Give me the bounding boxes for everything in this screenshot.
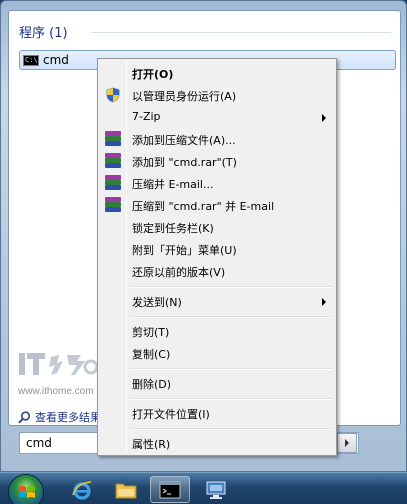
menu-item-cut[interactable]: 剪切(T): [100, 320, 334, 342]
see-more-results-label: 查看更多结果: [35, 411, 101, 424]
menu-item-7zip[interactable]: 7-Zip: [100, 106, 334, 128]
menu-item-label: 属性(R): [132, 438, 171, 451]
menu-item-label: 打开文件位置(I): [132, 408, 210, 421]
folder-icon: [115, 483, 137, 498]
result-label: cmd: [43, 53, 69, 67]
taskbar-explorer-button[interactable]: [106, 476, 146, 503]
ie-icon: [72, 480, 92, 500]
ithome-url: www.ithome.com: [18, 386, 94, 397]
menu-item-label: 压缩并 E-mail...: [132, 178, 214, 191]
menu-item-label: 删除(D): [132, 378, 172, 391]
menu-separator: [129, 286, 332, 288]
menu-separator: [129, 398, 332, 400]
winrar-icon: [105, 197, 121, 213]
winrar-icon: [105, 175, 121, 191]
menu-item-label: 添加到 "cmd.rar"(T): [132, 156, 237, 169]
menu-separator: [129, 428, 332, 430]
taskbar: [0, 472, 407, 504]
taskbar-cmd-button[interactable]: [150, 476, 190, 503]
submenu-arrow-icon: [322, 298, 326, 306]
menu-item-compress-to-cmd-rar-and-email[interactable]: 压缩到 "cmd.rar" 并 E-mail: [100, 194, 334, 216]
uac-shield-icon: [100, 84, 126, 106]
section-divider: [91, 32, 391, 33]
menu-item-send-to[interactable]: 发送到(N): [100, 290, 334, 312]
search-input-value: cmd: [26, 436, 52, 450]
menu-item-pin-to-taskbar[interactable]: 锁定到任务栏(K): [100, 216, 334, 238]
cmd-prompt-icon: [159, 481, 181, 498]
submenu-arrow-icon: [322, 114, 326, 122]
windows-logo-icon: [19, 486, 35, 498]
menu-item-restore-previous-versions[interactable]: 还原以前的版本(V): [100, 260, 334, 282]
menu-item-add-to-cmd-rar[interactable]: 添加到 "cmd.rar"(T): [100, 150, 334, 172]
see-more-results-link[interactable]: 查看更多结果: [18, 409, 101, 425]
search-go-button[interactable]: [337, 433, 357, 453]
menu-separator: [129, 316, 332, 318]
menu-item-label: 打开(O): [132, 68, 174, 81]
menu-item-label: 还原以前的版本(V): [132, 266, 226, 279]
taskbar-remote-desktop-button[interactable]: [196, 476, 236, 503]
menu-separator: [129, 368, 332, 370]
menu-item-label: 剪切(T): [132, 326, 170, 339]
cmd-prompt-icon: C:\: [23, 54, 39, 66]
menu-item-label: 7-Zip: [132, 110, 161, 123]
menu-item-open-file-location[interactable]: 打开文件位置(I): [100, 402, 334, 424]
start-button[interactable]: [8, 474, 44, 504]
menu-item-label: 添加到压缩文件(A)...: [132, 134, 236, 147]
winrar-icon: [105, 131, 121, 147]
menu-item-label: 以管理员身份运行(A): [132, 90, 237, 103]
menu-item-properties[interactable]: 属性(R): [100, 432, 334, 454]
arrow-right-icon: [345, 439, 349, 447]
menu-item-compress-and-email[interactable]: 压缩并 E-mail...: [100, 172, 334, 194]
menu-item-add-to-archive[interactable]: 添加到压缩文件(A)...: [100, 128, 334, 150]
ithome-logo: [19, 353, 99, 375]
menu-item-open[interactable]: 打开(O): [100, 62, 334, 84]
menu-item-label: 附到「开始」菜单(U): [132, 244, 237, 257]
taskbar-ie-button[interactable]: [62, 476, 102, 503]
menu-item-label: 发送到(N): [132, 296, 182, 309]
winrar-icon: [105, 153, 121, 169]
context-menu: 打开(O) 以管理员身份运行(A) 7-Zip 添加到压缩文件(A)... 添加…: [97, 58, 337, 456]
search-icon: [18, 410, 31, 423]
menu-item-delete[interactable]: 删除(D): [100, 372, 334, 394]
menu-item-run-as-admin[interactable]: 以管理员身份运行(A): [100, 84, 334, 106]
menu-item-copy[interactable]: 复制(C): [100, 342, 334, 364]
menu-item-pin-to-start-menu[interactable]: 附到「开始」菜单(U): [100, 238, 334, 260]
programs-section-title: 程序 (1): [19, 26, 68, 41]
remote-desktop-icon: [206, 481, 226, 499]
menu-item-label: 复制(C): [132, 348, 171, 361]
menu-item-label: 锁定到任务栏(K): [132, 222, 214, 235]
menu-item-label: 压缩到 "cmd.rar" 并 E-mail: [132, 200, 275, 213]
